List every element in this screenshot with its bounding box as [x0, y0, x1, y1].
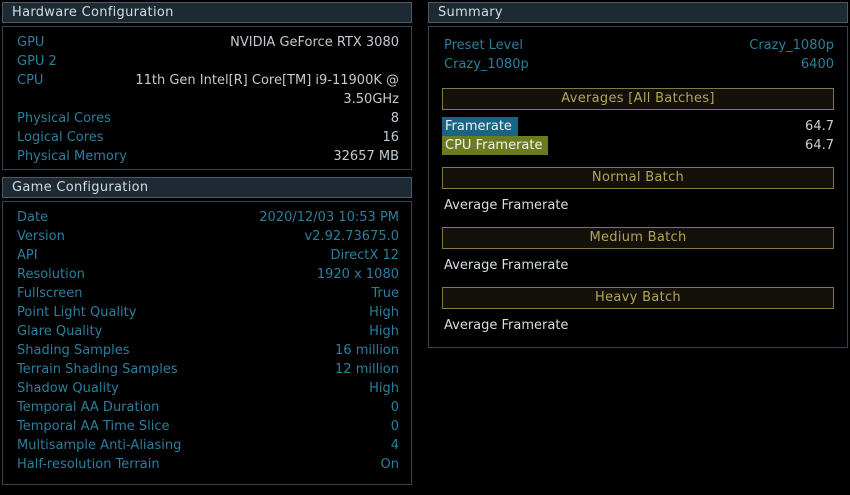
- benchmark-results-screen: Hardware Configuration GPU NVIDIA GeForc…: [0, 0, 850, 495]
- summary-value: Crazy_1080p: [523, 36, 834, 55]
- config-value: High: [136, 303, 399, 322]
- averages-all-batches-header: Averages [All Batches]: [442, 88, 834, 110]
- config-value: 0: [170, 417, 399, 436]
- heavy-batch-section: Heavy Batch Average Framerate: [442, 287, 834, 335]
- framerate-row: Framerate 64.7: [442, 117, 834, 136]
- framerate-value: 64.7: [518, 117, 834, 136]
- summary-title: Summary: [438, 5, 503, 20]
- configuration-column: Hardware Configuration GPU NVIDIA GeForc…: [2, 2, 412, 485]
- config-value: 1920 x 1080: [85, 265, 399, 284]
- config-label: Resolution: [15, 265, 85, 284]
- summary-header: Summary: [428, 2, 848, 23]
- config-value: NVIDIA GeForce RTX 3080: [44, 33, 399, 52]
- config-value: On: [160, 455, 399, 474]
- config-label: Point Light Quality: [15, 303, 136, 322]
- cpu-framerate-value: 64.7: [548, 136, 834, 155]
- config-value: v2.92.73675.0: [65, 227, 399, 246]
- config-label: Terrain Shading Samples: [15, 360, 178, 379]
- config-label: Logical Cores: [15, 128, 104, 147]
- hardware-row-logical-cores: Logical Cores 16: [15, 128, 399, 147]
- config-label: API: [15, 246, 38, 265]
- game-row-glare-quality: Glare Quality High: [15, 322, 399, 341]
- game-row-api: API DirectX 12: [15, 246, 399, 265]
- hardware-row-cpu: CPU 11th Gen Intel[R] Core[TM] i9-11900K…: [15, 71, 399, 109]
- hardware-row-gpu2: GPU 2: [15, 52, 399, 71]
- hardware-config-box: GPU NVIDIA GeForce RTX 3080 GPU 2 CPU 11…: [2, 26, 412, 170]
- hardware-row-physical-cores: Physical Cores 8: [15, 109, 399, 128]
- game-row-shading-samples: Shading Samples 16 million: [15, 341, 399, 360]
- summary-column: Summary Preset Level Crazy_1080p Crazy_1…: [428, 2, 848, 348]
- game-row-date: Date 2020/12/03 10:53 PM: [15, 208, 399, 227]
- game-row-point-light-quality: Point Light Quality High: [15, 303, 399, 322]
- config-value: 2020/12/03 10:53 PM: [48, 208, 399, 227]
- game-row-resolution: Resolution 1920 x 1080: [15, 265, 399, 284]
- cpu-framerate-badge: CPU Framerate: [442, 136, 548, 155]
- summary-row-preset-level: Preset Level Crazy_1080p: [442, 36, 834, 55]
- hardware-config-title: Hardware Configuration: [12, 5, 174, 20]
- config-value: 0: [159, 398, 399, 417]
- normal-batch-header: Normal Batch: [442, 167, 834, 189]
- summary-box: Preset Level Crazy_1080p Crazy_1080p 640…: [428, 26, 848, 348]
- medium-batch-average-framerate: Average Framerate: [442, 256, 834, 275]
- config-label: Glare Quality: [15, 322, 102, 341]
- config-label: Temporal AA Duration: [15, 398, 159, 417]
- summary-label: Preset Level: [442, 36, 523, 55]
- config-label: Multisample Anti-Aliasing: [15, 436, 181, 455]
- game-row-terrain-shading-samples: Terrain Shading Samples 12 million: [15, 360, 399, 379]
- game-row-version: Version v2.92.73675.0: [15, 227, 399, 246]
- config-label: Shadow Quality: [15, 379, 119, 398]
- summary-row-preset-score: Crazy_1080p 6400: [442, 55, 834, 74]
- summary-label: Crazy_1080p: [442, 55, 529, 74]
- game-row-half-resolution-terrain: Half-resolution Terrain On: [15, 455, 399, 474]
- config-label: Temporal AA Time Slice: [15, 417, 170, 436]
- config-value: 8: [111, 109, 399, 128]
- medium-batch-header: Medium Batch: [442, 227, 834, 249]
- config-value: 32657 MB: [127, 147, 399, 166]
- medium-batch-section: Medium Batch Average Framerate: [442, 227, 834, 275]
- hardware-config-header: Hardware Configuration: [2, 2, 412, 23]
- game-row-shadow-quality: Shadow Quality High: [15, 379, 399, 398]
- game-config-box: Date 2020/12/03 10:53 PM Version v2.92.7…: [2, 201, 412, 485]
- heavy-batch-header: Heavy Batch: [442, 287, 834, 309]
- averages-rows: Framerate 64.7 CPU Framerate 64.7: [442, 117, 834, 155]
- config-value: 11th Gen Intel[R] Core[TM] i9-11900K @ 3…: [97, 71, 399, 109]
- hardware-row-gpu: GPU NVIDIA GeForce RTX 3080: [15, 33, 399, 52]
- config-value: High: [119, 379, 399, 398]
- config-label: GPU: [15, 33, 44, 52]
- config-value: High: [102, 322, 399, 341]
- game-row-temporal-aa-time-slice: Temporal AA Time Slice 0: [15, 417, 399, 436]
- config-label: Version: [15, 227, 65, 246]
- config-label: CPU: [15, 71, 43, 90]
- normal-batch-section: Normal Batch Average Framerate: [442, 167, 834, 215]
- config-value: 16 million: [129, 341, 399, 360]
- config-label: Physical Memory: [15, 147, 127, 166]
- config-label: GPU 2: [15, 52, 57, 71]
- heavy-batch-average-framerate: Average Framerate: [442, 316, 834, 335]
- config-label: Shading Samples: [15, 341, 129, 360]
- game-row-fullscreen: Fullscreen True: [15, 284, 399, 303]
- config-value: 12 million: [178, 360, 399, 379]
- config-value: 4: [181, 436, 399, 455]
- hardware-row-physical-memory: Physical Memory 32657 MB: [15, 147, 399, 166]
- game-row-multisample-anti-aliasing: Multisample Anti-Aliasing 4: [15, 436, 399, 455]
- game-config-title: Game Configuration: [12, 180, 148, 195]
- framerate-badge: Framerate: [442, 117, 518, 136]
- game-config-header: Game Configuration: [2, 177, 412, 198]
- normal-batch-average-framerate: Average Framerate: [442, 196, 834, 215]
- config-value: True: [82, 284, 399, 303]
- game-row-temporal-aa-duration: Temporal AA Duration 0: [15, 398, 399, 417]
- config-value: DirectX 12: [38, 246, 399, 265]
- config-label: Fullscreen: [15, 284, 82, 303]
- config-label: Date: [15, 208, 48, 227]
- cpu-framerate-row: CPU Framerate 64.7: [442, 136, 834, 155]
- config-value: 16: [104, 128, 399, 147]
- config-label: Half-resolution Terrain: [15, 455, 160, 474]
- summary-value: 6400: [529, 55, 834, 74]
- config-label: Physical Cores: [15, 109, 111, 128]
